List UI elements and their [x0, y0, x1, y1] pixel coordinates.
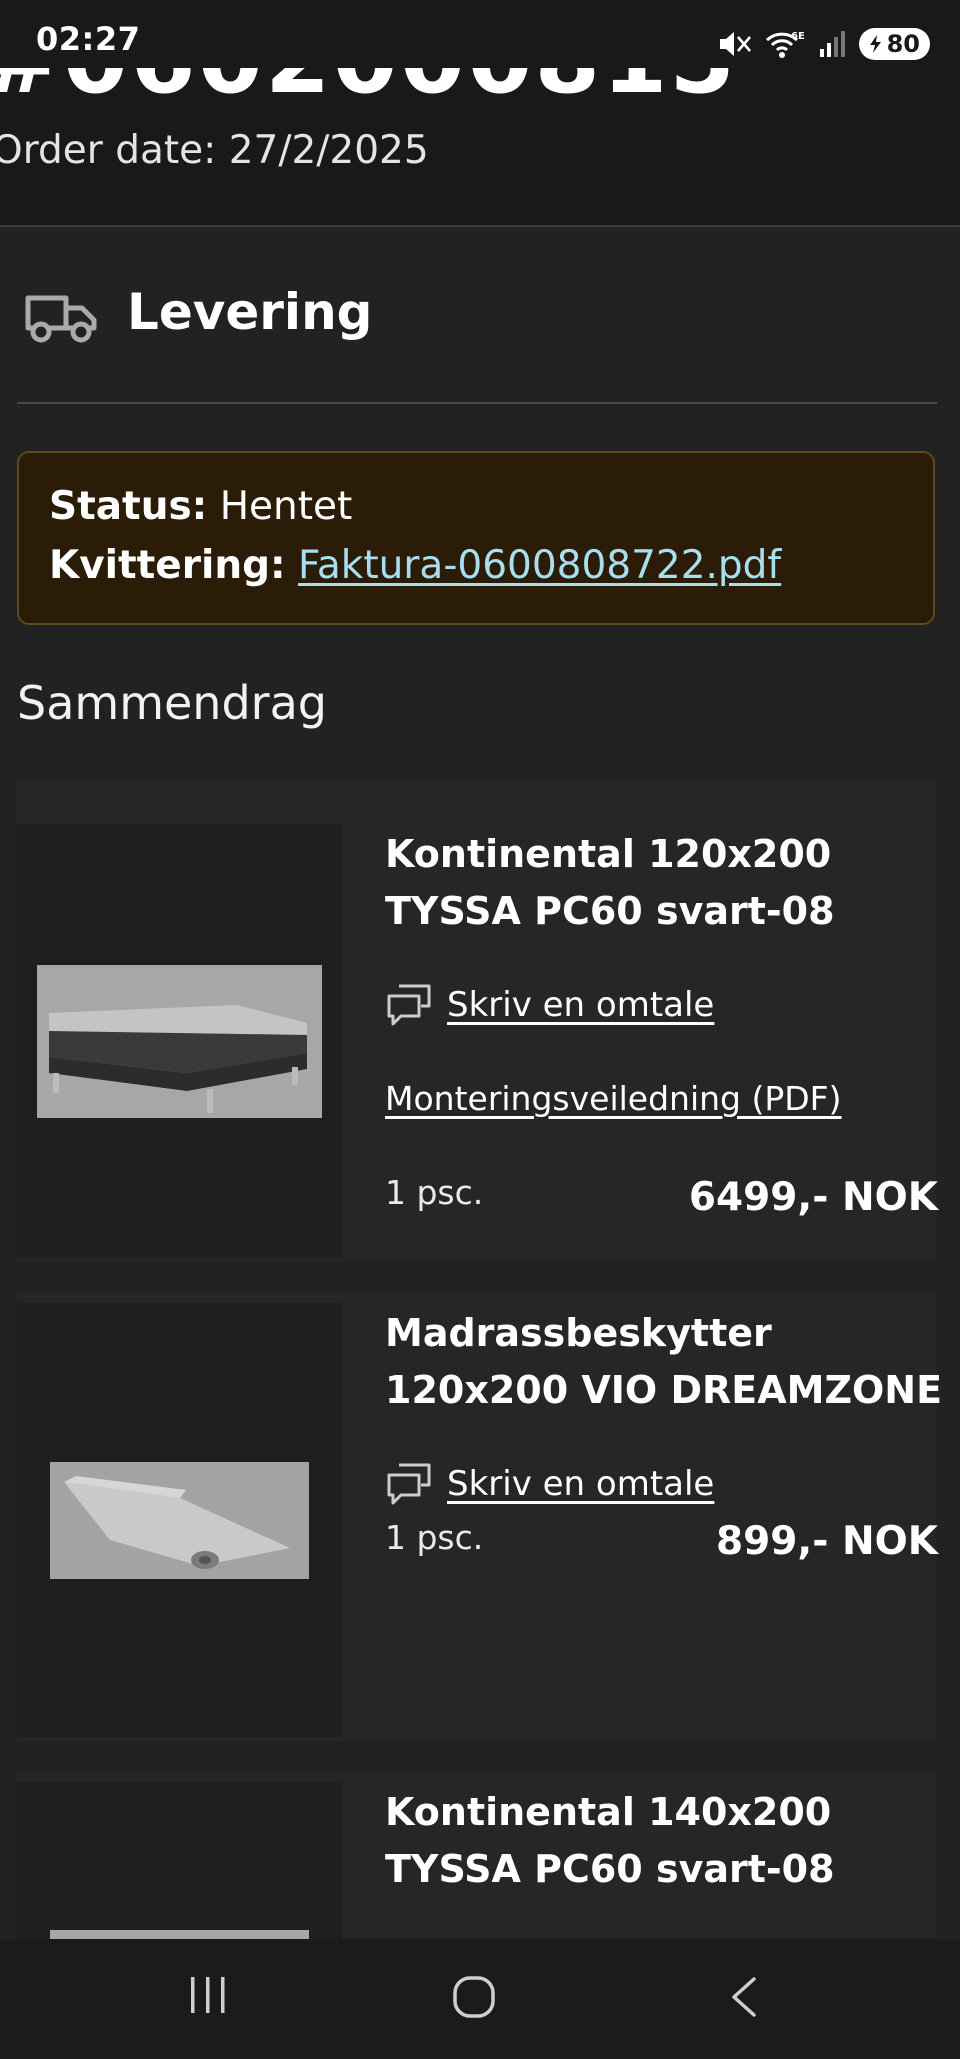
product-quantity: 1 psc. [385, 1173, 484, 1212]
order-number: #0602000815 [0, 68, 737, 115]
mounting-guide-link[interactable]: Monteringsveiledning (PDF) [385, 1079, 842, 1118]
speech-bubbles-icon [387, 1463, 431, 1505]
mattress-protector-image [50, 1462, 309, 1579]
receipt-line: Kvittering: Faktura-0600808722.pdf [49, 543, 781, 588]
header-divider [0, 225, 960, 227]
review-link[interactable]: Skriv en omtale [385, 982, 714, 1028]
section-divider [17, 402, 937, 404]
order-header: #0602000815 Order date: 27/2/2025 [0, 68, 960, 226]
back-icon[interactable] [728, 1975, 760, 2019]
bed-image [50, 1930, 309, 1939]
truck-icon [25, 295, 97, 343]
navigation-bar [0, 1939, 960, 2059]
clock: 02:27 [36, 20, 141, 58]
receipt-link[interactable]: Faktura-0600808722.pdf [298, 543, 781, 588]
product-thumbnail[interactable] [17, 1782, 342, 1939]
review-label[interactable]: Skriv en omtale [447, 985, 714, 1025]
receipt-label: Kvittering: [49, 543, 286, 588]
product-quantity: 1 psc. [385, 1518, 484, 1557]
status-icons: 6E 80 [717, 24, 930, 64]
delivery-title: Levering [127, 283, 373, 341]
product-price: 6499,- NOK [688, 1175, 938, 1220]
mute-icon [719, 32, 751, 56]
product-name[interactable]: Kontinental 120x200 TYSSA PC60 svart-08 [385, 826, 945, 940]
product-name[interactable]: Kontinental 140x200 TYSSA PC60 svart-08 [385, 1784, 945, 1898]
review-link[interactable]: Skriv en omtale [385, 1461, 714, 1507]
recent-apps-icon[interactable] [188, 1975, 228, 2015]
svg-text:6E: 6E [791, 31, 805, 42]
signal-icon [819, 31, 845, 57]
status-value: Hentet [219, 484, 353, 529]
bed-image [37, 965, 322, 1118]
status-label: Status: [49, 484, 208, 529]
order-date: Order date: 27/2/2025 [0, 128, 429, 173]
battery-icon: 80 [858, 28, 930, 60]
wifi-6e-icon: 6E [765, 31, 805, 58]
product-price: 899,- NOK [715, 1519, 938, 1564]
status-line: Status: Hentet [49, 484, 352, 529]
summary-title: Sammendrag [17, 676, 327, 730]
review-label[interactable]: Skriv en omtale [447, 1464, 714, 1504]
home-icon[interactable] [452, 1975, 496, 2019]
delivery-status-box [17, 451, 935, 625]
battery-level: 80 [886, 30, 920, 58]
speech-bubbles-icon [387, 984, 431, 1026]
product-name[interactable]: Madrassbeskytter 120x200 VIO DREAMZONE [385, 1305, 945, 1419]
